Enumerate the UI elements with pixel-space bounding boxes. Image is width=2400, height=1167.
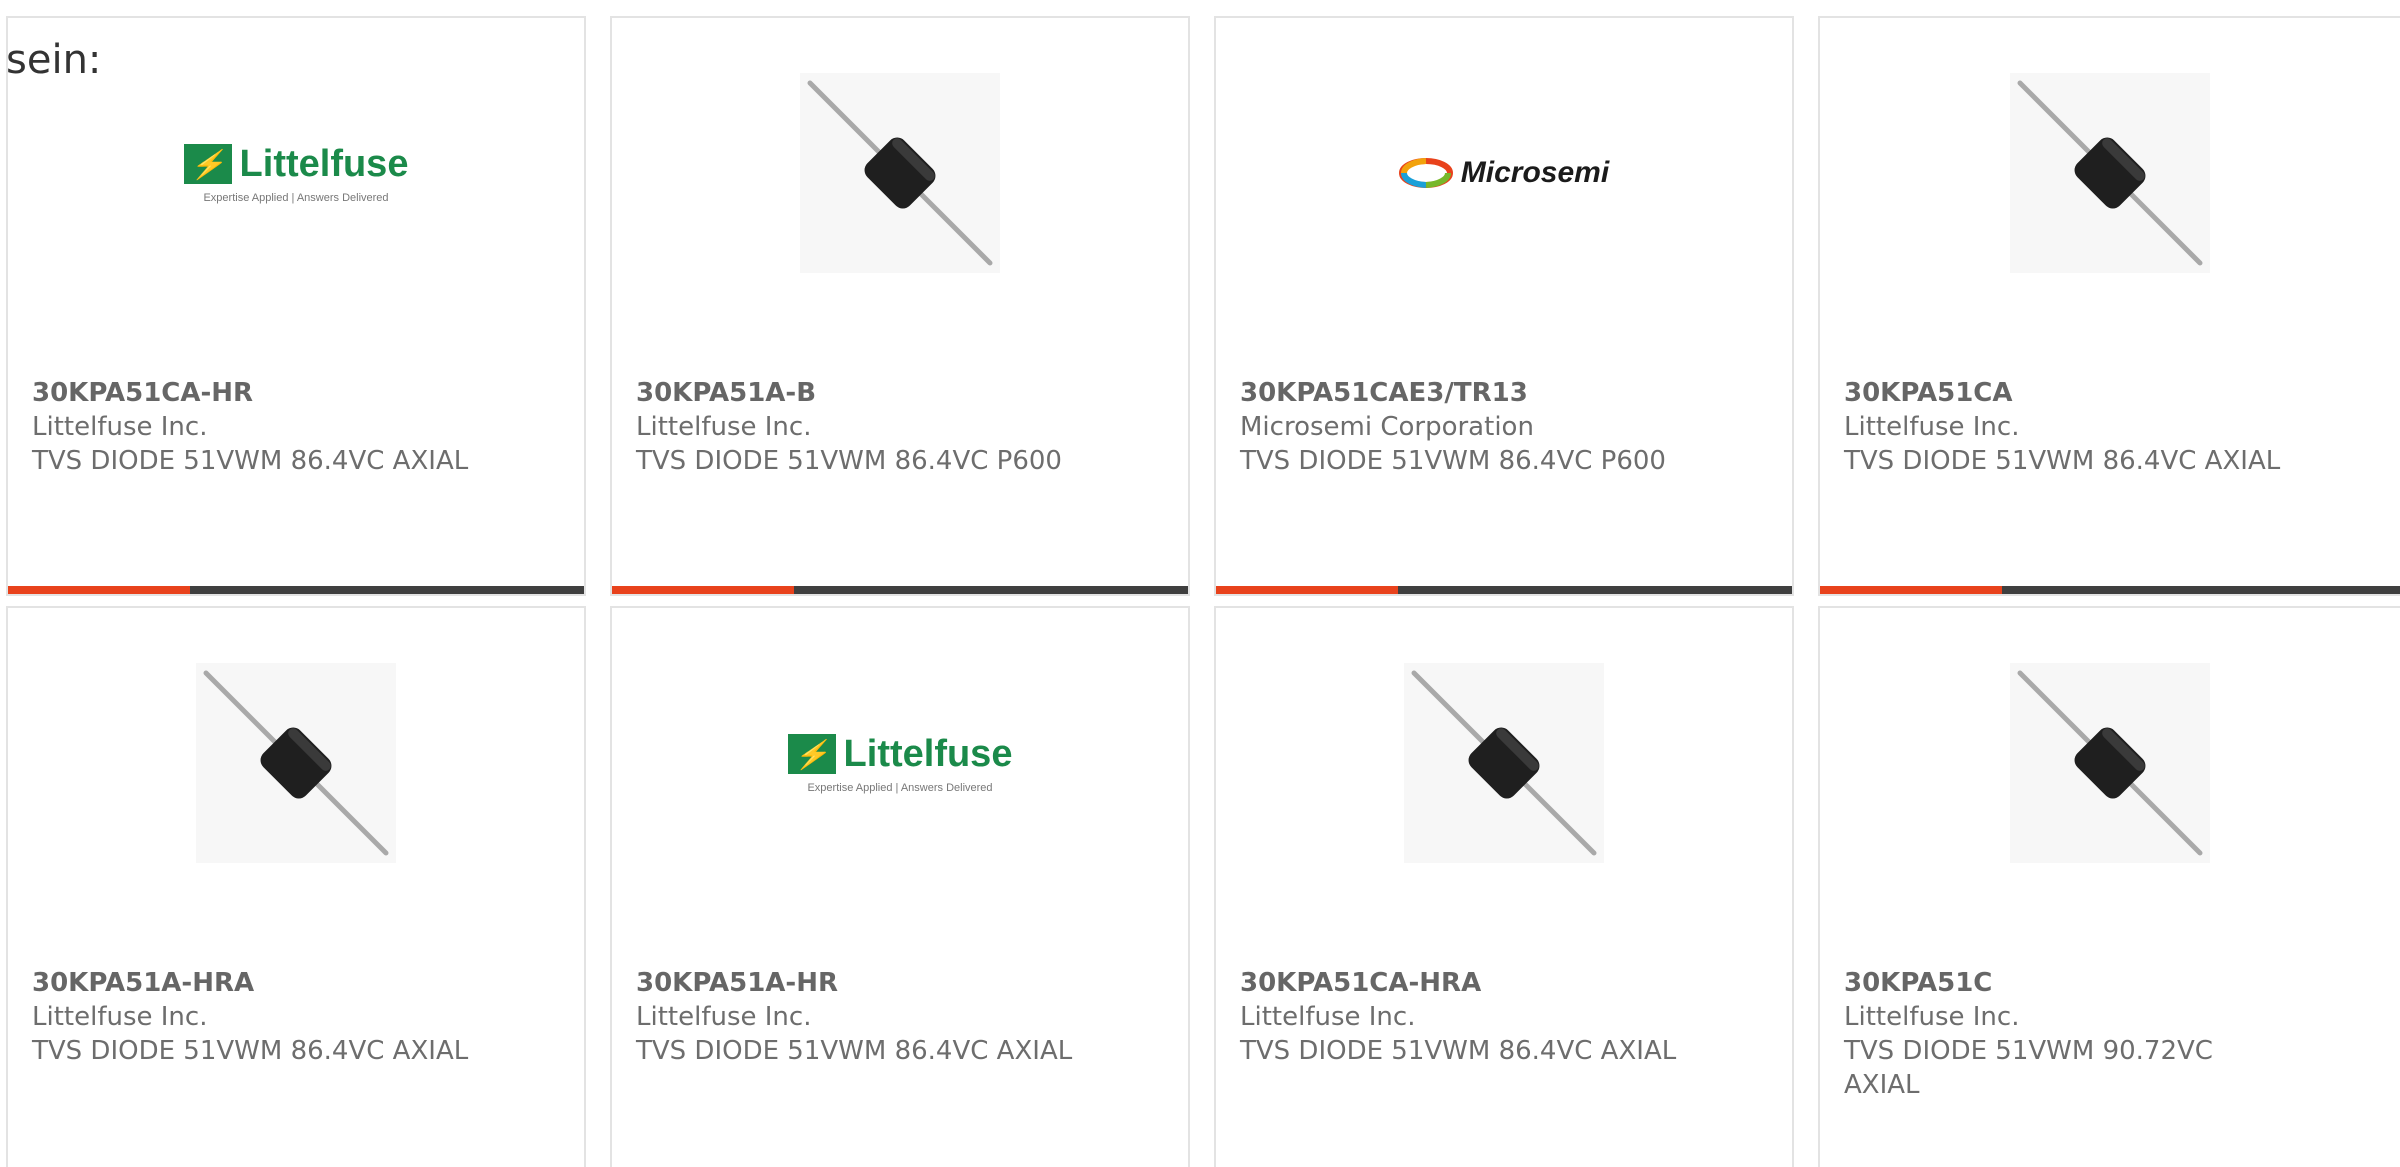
product-part-number[interactable]: 30KPA51A-B (636, 376, 1096, 410)
product-description: TVS DIODE 51VWM 86.4VC AXIAL (1844, 446, 2281, 476)
product-manufacturer: Littelfuse Inc. (1240, 1002, 1416, 1032)
card-hover-bar-accent (612, 586, 794, 594)
product-description: TVS DIODE 51VWM 86.4VC AXIAL (32, 1036, 469, 1066)
microsemi-ring-icon (1398, 158, 1453, 188)
product-manufacturer: Littelfuse Inc. (1844, 412, 2020, 442)
product-info: 30KPA51CA Littelfuse Inc. TVS DIODE 51VW… (1844, 376, 2304, 478)
product-card[interactable]: 30KPA51CA-HRA Littelfuse Inc. TVS DIODE … (1214, 606, 1794, 1167)
product-info: 30KPA51CAE3/TR13 Microsemi Corporation T… (1240, 376, 1700, 478)
product-card[interactable]: ⚡ Littelfuse Expertise Applied | Answers… (6, 16, 586, 596)
littelfuse-logo-name: Littelfuse (239, 142, 409, 185)
product-image: ⚡ Littelfuse Expertise Applied | Answers… (612, 648, 1188, 878)
product-card[interactable]: ⚡ Littelfuse Expertise Applied | Answers… (610, 606, 1190, 1167)
card-hover-bar-accent (1216, 586, 1398, 594)
product-part-number[interactable]: 30KPA51A-HRA (32, 966, 492, 1000)
product-manufacturer: Littelfuse Inc. (636, 412, 812, 442)
card-hover-bar (1820, 586, 2400, 594)
product-image (8, 648, 584, 878)
product-part-number[interactable]: 30KPA51CA-HR (32, 376, 492, 410)
axial-diode-icon (196, 663, 396, 863)
product-image: ⚡ Littelfuse Expertise Applied | Answers… (8, 58, 584, 288)
product-part-number[interactable]: 30KPA51A-HR (636, 966, 1096, 1000)
product-info: 30KPA51CA-HR Littelfuse Inc. TVS DIODE 5… (32, 376, 492, 478)
product-info: 30KPA51CA-HRA Littelfuse Inc. TVS DIODE … (1240, 966, 1700, 1068)
product-manufacturer: Microsemi Corporation (1240, 412, 1534, 442)
product-info: 30KPA51C Littelfuse Inc. TVS DIODE 51VWM… (1844, 966, 2224, 1102)
product-image (612, 58, 1188, 288)
product-part-number[interactable]: 30KPA51C (1844, 966, 2224, 1000)
product-manufacturer: Littelfuse Inc. (32, 1002, 208, 1032)
product-description: TVS DIODE 51VWM 86.4VC AXIAL (32, 446, 469, 476)
product-image (1820, 58, 2400, 288)
axial-diode-icon (1404, 663, 1604, 863)
product-description: TVS DIODE 51VWM 90.72VC AXIAL (1844, 1036, 2213, 1100)
axial-diode-icon (800, 73, 1000, 273)
card-hover-bar (1216, 586, 1792, 594)
product-part-number[interactable]: 30KPA51CAE3/TR13 (1240, 376, 1700, 410)
intro-text: sein: (6, 37, 102, 83)
microsemi-logo-name: Microsemi (1460, 156, 1610, 189)
product-card[interactable]: 30KPA51A-HRA Littelfuse Inc. TVS DIODE 5… (6, 606, 586, 1167)
product-image (1820, 648, 2400, 878)
littelfuse-logo: ⚡ Littelfuse Expertise Applied | Answers… (183, 142, 409, 204)
product-info: 30KPA51A-HR Littelfuse Inc. TVS DIODE 51… (636, 966, 1096, 1068)
littelfuse-logo-name: Littelfuse (843, 732, 1013, 775)
product-grid-page: sein: ⚡ Littelfuse Expertise Applied | A… (0, 0, 2400, 1167)
product-part-number[interactable]: 30KPA51CA (1844, 376, 2304, 410)
product-description: TVS DIODE 51VWM 86.4VC P600 (1240, 446, 1666, 476)
product-image: Microsemi (1216, 58, 1792, 288)
product-card[interactable]: 30KPA51A-B Littelfuse Inc. TVS DIODE 51V… (610, 16, 1190, 596)
card-hover-bar (8, 586, 584, 594)
littelfuse-logo: ⚡ Littelfuse Expertise Applied | Answers… (787, 732, 1013, 794)
axial-diode-icon (2010, 73, 2210, 273)
microsemi-logo: Microsemi (1398, 156, 1610, 190)
product-info: 30KPA51A-B Littelfuse Inc. TVS DIODE 51V… (636, 376, 1096, 478)
card-hover-bar (612, 586, 1188, 594)
product-info: 30KPA51A-HRA Littelfuse Inc. TVS DIODE 5… (32, 966, 492, 1068)
littelfuse-logo-tagline: Expertise Applied | Answers Delivered (203, 191, 389, 204)
littelfuse-mark-icon: ⚡ (787, 734, 836, 774)
product-image (1216, 648, 1792, 878)
axial-diode-icon (2010, 663, 2210, 863)
product-manufacturer: Littelfuse Inc. (1844, 1002, 2020, 1032)
product-description: TVS DIODE 51VWM 86.4VC AXIAL (636, 1036, 1073, 1066)
product-part-number[interactable]: 30KPA51CA-HRA (1240, 966, 1700, 1000)
product-manufacturer: Littelfuse Inc. (32, 412, 208, 442)
product-manufacturer: Littelfuse Inc. (636, 1002, 812, 1032)
product-card[interactable]: 30KPA51C Littelfuse Inc. TVS DIODE 51VWM… (1818, 606, 2400, 1167)
card-hover-bar-accent (1820, 586, 2002, 594)
product-card[interactable]: Microsemi 30KPA51CAE3/TR13 Microsemi Cor… (1214, 16, 1794, 596)
product-description: TVS DIODE 51VWM 86.4VC P600 (636, 446, 1062, 476)
littelfuse-logo-tagline: Expertise Applied | Answers Delivered (807, 781, 993, 794)
littelfuse-mark-icon: ⚡ (183, 144, 232, 184)
product-description: TVS DIODE 51VWM 86.4VC AXIAL (1240, 1036, 1677, 1066)
product-card[interactable]: 30KPA51CA Littelfuse Inc. TVS DIODE 51VW… (1818, 16, 2400, 596)
card-hover-bar-accent (8, 586, 190, 594)
